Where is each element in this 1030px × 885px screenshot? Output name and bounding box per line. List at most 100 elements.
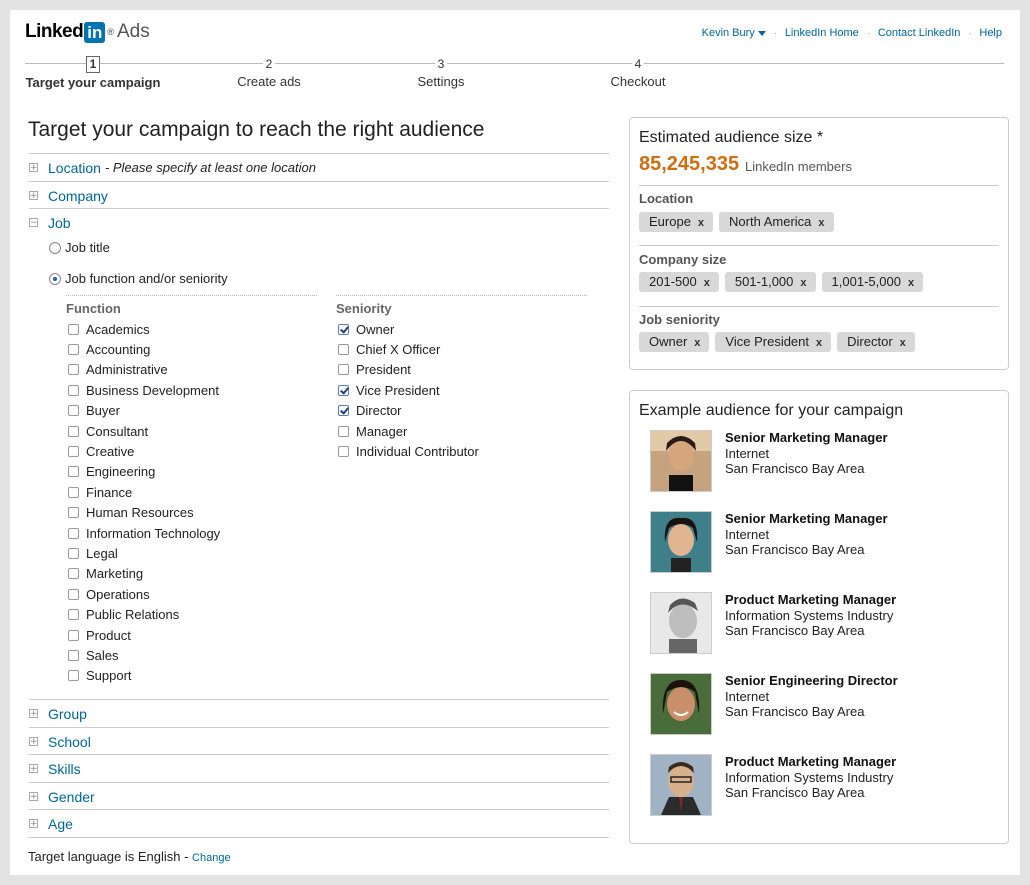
section-job[interactable]: − Job <box>29 208 609 236</box>
step-create-ads[interactable]: 2 Create ads <box>224 56 314 89</box>
function-option-creative[interactable]: Creative <box>68 441 220 461</box>
function-option-information-technology[interactable]: Information Technology <box>68 523 220 543</box>
checkbox-label: President <box>356 362 411 378</box>
function-option-academics[interactable]: Academics <box>68 319 220 339</box>
function-option-operations[interactable]: Operations <box>68 584 220 604</box>
checkbox[interactable] <box>68 486 79 498</box>
checkbox[interactable] <box>68 649 79 661</box>
remove-icon[interactable]: x <box>800 277 806 289</box>
seniority-option-manager[interactable]: Manager <box>338 421 479 441</box>
remove-icon[interactable]: x <box>818 217 824 229</box>
step-target-campaign[interactable]: 1 Target your campaign <box>24 56 162 90</box>
section-label[interactable]: Job <box>48 215 71 231</box>
seniority-option-vice-president[interactable]: Vice President <box>338 380 479 400</box>
checkbox[interactable] <box>68 425 79 437</box>
remove-icon[interactable]: x <box>900 337 906 349</box>
checkbox[interactable] <box>68 323 79 335</box>
section-label[interactable]: Skills <box>48 761 81 777</box>
expand-icon[interactable]: + <box>29 737 38 747</box>
account-menu-link[interactable]: Kevin Bury <box>702 27 766 39</box>
section-label[interactable]: Gender <box>48 789 95 805</box>
checkbox[interactable] <box>338 323 349 335</box>
collapse-icon[interactable]: − <box>29 218 38 228</box>
function-option-buyer[interactable]: Buyer <box>68 401 220 421</box>
remove-icon[interactable]: x <box>908 277 914 289</box>
filter-tag-label: 501-1,000 <box>734 274 794 289</box>
linkedin-home-link[interactable]: LinkedIn Home <box>785 27 859 39</box>
function-option-product[interactable]: Product <box>68 625 220 645</box>
checkbox[interactable] <box>68 609 79 621</box>
checkbox[interactable] <box>338 344 349 356</box>
expand-icon[interactable]: + <box>29 792 38 802</box>
section-location[interactable]: + Location - Please specify at least one… <box>29 153 609 181</box>
radio-job-title[interactable]: Job title <box>49 240 110 255</box>
expand-icon[interactable]: + <box>29 163 38 173</box>
expand-icon[interactable]: + <box>29 709 38 719</box>
section-label[interactable]: Group <box>48 706 87 722</box>
section-label[interactable]: School <box>48 734 91 750</box>
change-language-link[interactable]: Change <box>192 852 231 864</box>
radio-button[interactable] <box>49 272 61 285</box>
checkbox[interactable] <box>338 446 349 458</box>
section-skills[interactable]: + Skills <box>29 754 609 782</box>
checkbox[interactable] <box>68 527 79 539</box>
checkbox[interactable] <box>68 466 79 478</box>
section-group[interactable]: + Group <box>29 699 609 727</box>
step-checkout[interactable]: 4 Checkout <box>600 56 676 89</box>
function-option-consultant[interactable]: Consultant <box>68 421 220 441</box>
contact-linkedin-link[interactable]: Contact LinkedIn <box>878 27 961 39</box>
member-title: Product Marketing Manager <box>725 754 897 769</box>
radio-button[interactable] <box>49 241 61 254</box>
seniority-option-chief-x-officer[interactable]: Chief X Officer <box>338 339 479 359</box>
checkbox[interactable] <box>68 405 79 417</box>
section-label[interactable]: Company <box>48 188 108 204</box>
remove-icon[interactable]: x <box>698 217 704 229</box>
remove-icon[interactable]: x <box>694 337 700 349</box>
function-option-sales[interactable]: Sales <box>68 645 220 665</box>
linkedin-ads-logo[interactable]: Linked in ® Ads <box>25 20 150 44</box>
section-gender[interactable]: + Gender <box>29 782 609 810</box>
checkbox[interactable] <box>68 588 79 600</box>
checkbox[interactable] <box>68 446 79 458</box>
checkbox[interactable] <box>338 384 349 396</box>
section-age[interactable]: + Age <box>29 809 609 838</box>
section-school[interactable]: + School <box>29 727 609 755</box>
function-option-support[interactable]: Support <box>68 666 220 686</box>
seniority-option-president[interactable]: President <box>338 360 479 380</box>
function-option-legal[interactable]: Legal <box>68 543 220 563</box>
remove-icon[interactable]: x <box>704 277 710 289</box>
checkbox[interactable] <box>68 507 79 519</box>
section-label[interactable]: Age <box>48 816 73 832</box>
step-settings[interactable]: 3 Settings <box>406 56 476 89</box>
checkbox[interactable] <box>68 547 79 559</box>
seniority-option-director[interactable]: Director <box>338 401 479 421</box>
function-option-human-resources[interactable]: Human Resources <box>68 503 220 523</box>
radio-job-function[interactable]: Job function and/or seniority <box>49 271 228 286</box>
checkbox[interactable] <box>68 364 79 376</box>
function-option-business-development[interactable]: Business Development <box>68 380 220 400</box>
checkbox[interactable] <box>68 568 79 580</box>
expand-icon[interactable]: + <box>29 819 38 829</box>
checkbox[interactable] <box>68 629 79 641</box>
function-option-accounting[interactable]: Accounting <box>68 339 220 359</box>
checkbox[interactable] <box>338 425 349 437</box>
section-company[interactable]: + Company <box>29 181 609 209</box>
section-label[interactable]: Location <box>48 160 101 176</box>
function-option-administrative[interactable]: Administrative <box>68 360 220 380</box>
member-location: San Francisco Bay Area <box>725 623 865 638</box>
function-option-engineering[interactable]: Engineering <box>68 462 220 482</box>
seniority-option-individual-contributor[interactable]: Individual Contributor <box>338 441 479 461</box>
checkbox[interactable] <box>338 405 349 417</box>
checkbox[interactable] <box>68 670 79 682</box>
remove-icon[interactable]: x <box>816 337 822 349</box>
seniority-option-owner[interactable]: Owner <box>338 319 479 339</box>
checkbox[interactable] <box>338 364 349 376</box>
checkbox[interactable] <box>68 344 79 356</box>
help-link[interactable]: Help <box>979 27 1002 39</box>
function-option-marketing[interactable]: Marketing <box>68 564 220 584</box>
checkbox[interactable] <box>68 384 79 396</box>
function-option-public-relations[interactable]: Public Relations <box>68 604 220 624</box>
expand-icon[interactable]: + <box>29 764 38 774</box>
expand-icon[interactable]: + <box>29 191 38 201</box>
function-option-finance[interactable]: Finance <box>68 482 220 502</box>
